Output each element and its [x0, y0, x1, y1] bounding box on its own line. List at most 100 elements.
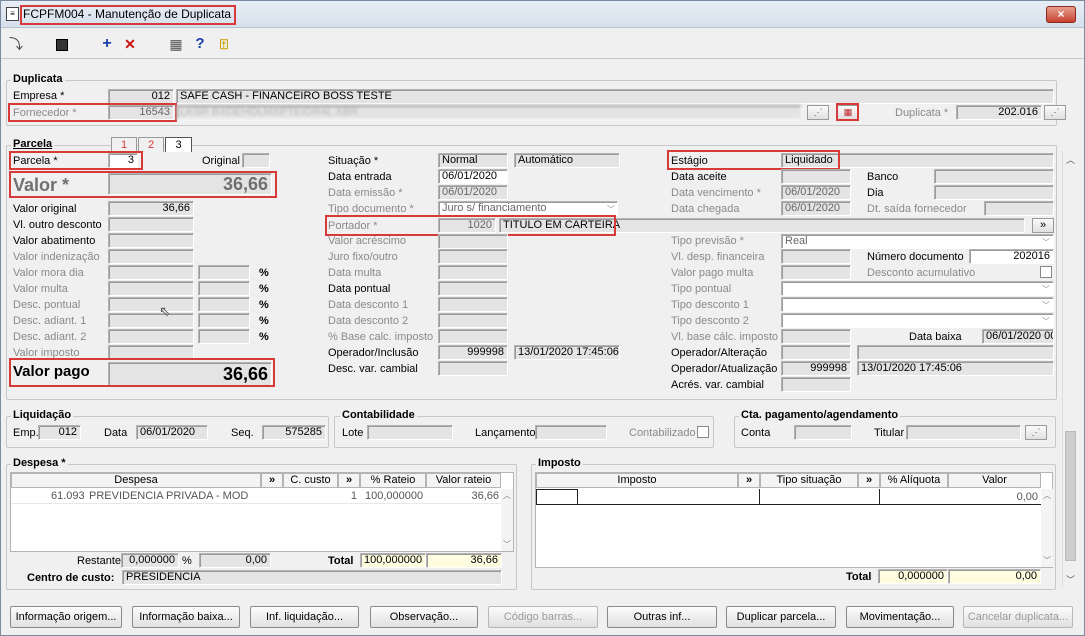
situacao-field[interactable]: Normal: [438, 153, 508, 168]
despesa-header-expand-2[interactable]: »: [338, 473, 360, 488]
despesa-header-valor-rateio[interactable]: Valor rateio: [426, 473, 501, 488]
desc-var-cambial-field[interactable]: [438, 361, 508, 376]
data-chegada-field[interactable]: 06/01/2020: [781, 201, 851, 216]
despesa-header-ccusto[interactable]: C. custo: [283, 473, 338, 488]
imposto-header-aliquota[interactable]: % Alíquota: [880, 473, 948, 488]
table-row[interactable]: 61.093 PREVIDENCIA PRIVADA - MOD 1 100,0…: [11, 489, 501, 504]
add-icon[interactable]: +: [98, 35, 116, 53]
data-emissao-field[interactable]: 06/01/2020: [438, 185, 508, 200]
tipo-desconto-1-chevron-icon[interactable]: ﹀: [1042, 300, 1052, 310]
tab-parcela-2[interactable]: 2: [138, 137, 164, 152]
tab-parcela-1[interactable]: 1: [111, 137, 137, 152]
data-aceite-field[interactable]: [781, 169, 851, 184]
imposto-cell-selected[interactable]: [536, 489, 578, 504]
valor-abatimento-field[interactable]: [108, 233, 194, 248]
desc-adiant-2-field[interactable]: [108, 329, 194, 344]
duplicar-parcela-button[interactable]: Duplicar parcela...: [726, 606, 836, 628]
desc-adiant-2-pct-field[interactable]: [198, 329, 250, 344]
data-vencimento-field[interactable]: 06/01/2020: [781, 185, 851, 200]
acres-var-cambial-field[interactable]: [781, 377, 851, 392]
tipo-pontual-chevron-icon[interactable]: ﹀: [1042, 284, 1052, 294]
valor-mora-dia-field[interactable]: [108, 265, 194, 280]
desc-adiant-1-pct-field[interactable]: [198, 313, 250, 328]
inf-liquidacao-button[interactable]: Inf. liquidação...: [250, 606, 359, 628]
despesa-header-rateio[interactable]: % Rateio: [360, 473, 426, 488]
valor-pago-field[interactable]: 36,66: [108, 362, 272, 386]
data-pontual-field[interactable]: [438, 281, 508, 296]
tipo-documento-chevron-icon[interactable]: ﹀: [607, 204, 617, 214]
valor-acrescimo-field[interactable]: [438, 234, 508, 249]
empresa-code-field[interactable]: 012: [108, 89, 174, 104]
tipo-pontual-select[interactable]: [781, 281, 1054, 296]
vl-base-calc-imposto-field[interactable]: [781, 329, 851, 344]
fornecedor-calendar-button[interactable]: ▦: [837, 105, 859, 120]
data-multa-field[interactable]: [438, 265, 508, 280]
desc-pontual-field[interactable]: [108, 297, 194, 312]
valor-multa-field[interactable]: [108, 281, 194, 296]
fornecedor-search-button[interactable]: ⋰: [807, 105, 829, 120]
desc-adiant-1-field[interactable]: [108, 313, 194, 328]
imposto-cell-tipo[interactable]: [760, 489, 880, 504]
desc-pontual-pct-field[interactable]: [198, 297, 250, 312]
banco-field[interactable]: [934, 169, 1054, 184]
dt-saida-fornecedor-field[interactable]: [984, 201, 1054, 216]
scroll-down-icon[interactable]: ﹀: [1066, 573, 1075, 586]
situacao-tipo-field[interactable]: Automático: [514, 153, 620, 168]
tipo-desconto-2-select[interactable]: [781, 313, 1054, 328]
help-icon[interactable]: ?: [191, 35, 209, 53]
codigo-barras-button[interactable]: Código barras...: [488, 606, 598, 628]
scroll-thumb[interactable]: [1065, 431, 1076, 561]
table-row[interactable]: 0,00: [536, 489, 1041, 505]
imposto-header-expand-1[interactable]: »: [738, 473, 760, 488]
duplicata-search-button[interactable]: ⋰: [1044, 105, 1066, 120]
dia-field[interactable]: [934, 185, 1054, 200]
goto-icon[interactable]: ⤵: [7, 35, 25, 53]
vl-outro-desconto-field[interactable]: [108, 217, 194, 232]
despesa-header-despesa[interactable]: Despesa: [11, 473, 261, 488]
cancelar-duplicata-button[interactable]: Cancelar duplicata...: [963, 606, 1073, 628]
save-icon[interactable]: [53, 35, 71, 53]
conta-field[interactable]: [794, 425, 852, 440]
tipo-previsao-chevron-icon[interactable]: ﹀: [1042, 237, 1052, 247]
tipo-documento-select[interactable]: Juro s/ financiamento: [438, 201, 618, 216]
contabilizado-checkbox[interactable]: [697, 426, 709, 438]
exit-icon[interactable]: ⍐: [215, 35, 233, 53]
tipo-desconto-1-select[interactable]: [781, 297, 1054, 312]
informacao-baixa-button[interactable]: Informação baixa...: [132, 606, 240, 628]
valor-pago-multa-field[interactable]: [781, 265, 851, 280]
imposto-scroll-down-icon[interactable]: ﹀: [1043, 555, 1051, 566]
numero-documento-field[interactable]: 202016: [969, 249, 1054, 264]
tipo-previsao-select[interactable]: Real: [781, 234, 1054, 249]
portador-expand-button[interactable]: »: [1032, 218, 1054, 233]
despesa-header-expand-1[interactable]: »: [261, 473, 283, 488]
informacao-origem-button[interactable]: Informação origem...: [10, 606, 122, 628]
valor-multa-pct-field[interactable]: [198, 281, 250, 296]
valor-original-field[interactable]: 36,66: [108, 201, 194, 216]
valor-mora-dia-pct-field[interactable]: [198, 265, 250, 280]
titular-search-button[interactable]: ⋰: [1025, 425, 1047, 440]
portador-code-field[interactable]: 1020: [438, 218, 496, 233]
valor-indenizacao-field[interactable]: [108, 249, 194, 264]
titular-field[interactable]: [906, 425, 1021, 440]
imposto-header-tipo-situacao[interactable]: Tipo situação: [760, 473, 858, 488]
imposto-grid-scrollbar[interactable]: ︿ ﹀: [1041, 489, 1053, 567]
juro-fixo-field[interactable]: [438, 249, 508, 264]
tipo-desconto-2-chevron-icon[interactable]: ﹀: [1042, 316, 1052, 326]
despesa-scroll-down-icon[interactable]: ﹀: [503, 539, 511, 550]
vl-desp-financeira-field[interactable]: [781, 249, 851, 264]
imposto-header-imposto[interactable]: Imposto: [536, 473, 738, 488]
data-entrada-field[interactable]: 06/01/2020: [438, 169, 508, 184]
original-field[interactable]: [242, 153, 270, 168]
tab-parcela-3[interactable]: 3: [165, 137, 192, 152]
form-scrollbar[interactable]: ︿ ﹀: [1062, 151, 1078, 587]
imposto-cell-imposto[interactable]: [578, 489, 760, 504]
imposto-scroll-up-icon[interactable]: ︿: [1043, 490, 1051, 501]
outras-inf-button[interactable]: Outras inf...: [607, 606, 717, 628]
imposto-header-expand-2[interactable]: »: [858, 473, 880, 488]
observacao-button[interactable]: Observação...: [370, 606, 478, 628]
duplicata-field[interactable]: 202.016: [956, 105, 1042, 120]
data-desconto-2-field[interactable]: [438, 313, 508, 328]
close-button[interactable]: ×: [1046, 6, 1076, 23]
fornecedor-code-field[interactable]: 16543: [108, 105, 174, 120]
movimentacao-button[interactable]: Movimentação...: [846, 606, 954, 628]
